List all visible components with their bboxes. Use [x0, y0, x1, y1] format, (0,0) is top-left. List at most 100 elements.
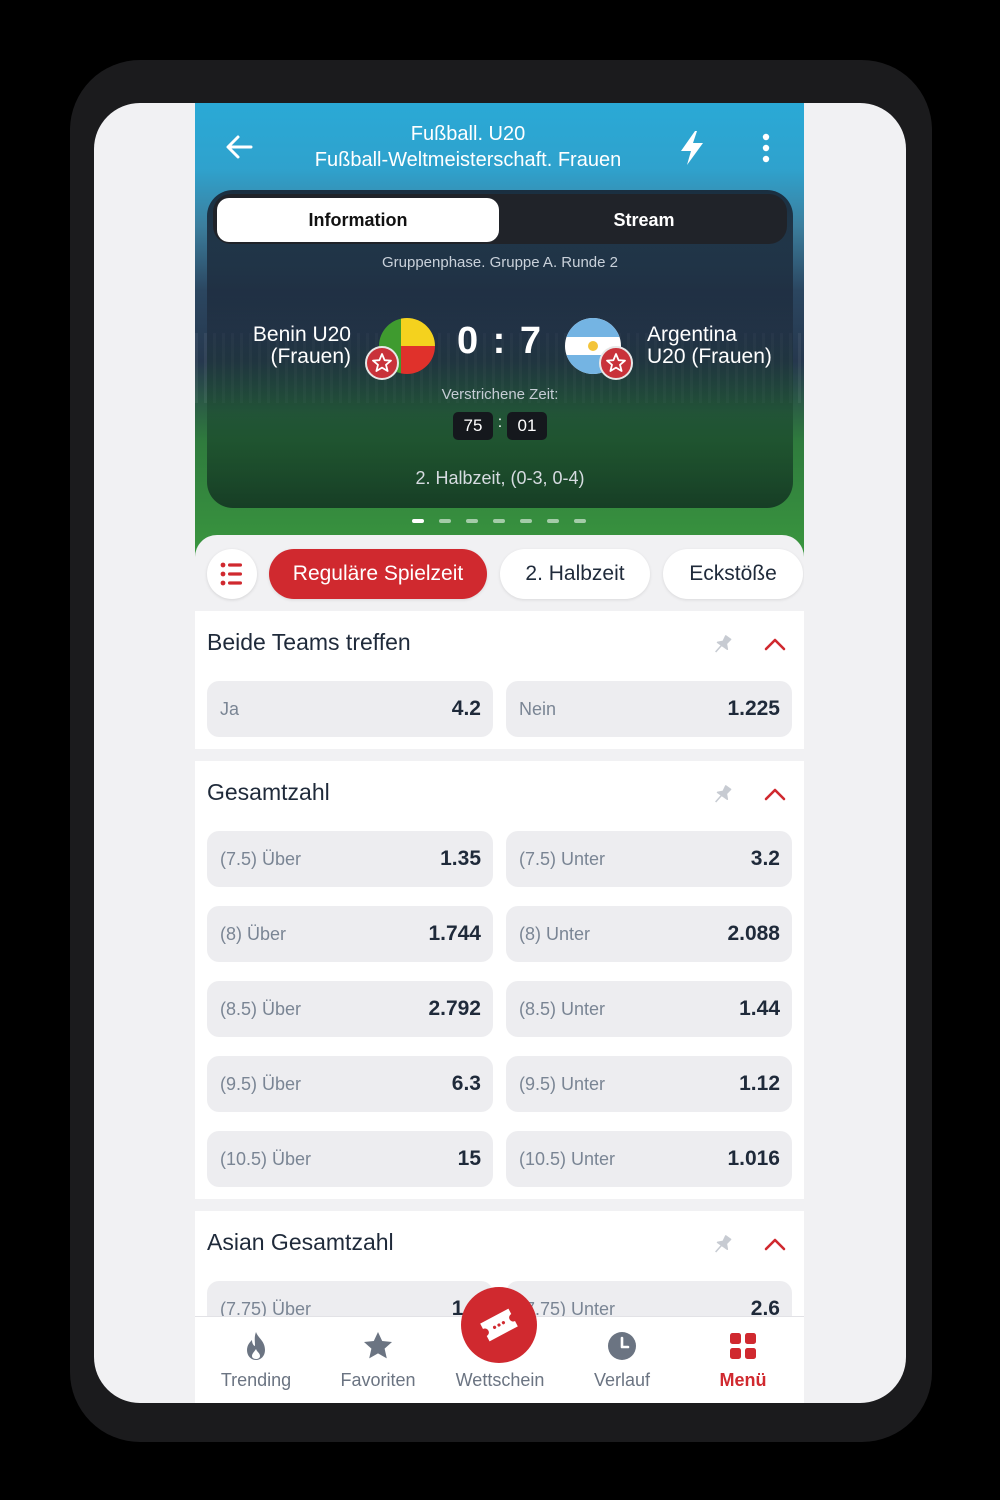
odd-value: 3.2 — [750, 847, 780, 870]
pin-icon[interactable] — [711, 783, 735, 807]
odd-button[interactable]: Nein 1.225 — [506, 681, 792, 737]
odd-button[interactable]: (8.5) Unter 1.44 — [506, 981, 792, 1037]
star-icon — [364, 1332, 392, 1359]
match-phase: Gruppenphase. Gruppe A. Runde 2 — [381, 254, 618, 271]
odd-value: 15 — [457, 1147, 481, 1170]
odd-value: 1.744 — [428, 922, 481, 945]
pin-icon[interactable] — [711, 633, 735, 657]
odd-value: 4.2 — [451, 697, 481, 720]
odd-button[interactable]: (8.5) Über 2.792 — [207, 981, 493, 1037]
odd-button[interactable]: Ja 4.2 — [207, 681, 493, 737]
home-team-line2: (Frauen) — [270, 345, 351, 368]
odd-value: 2.792 — [428, 997, 481, 1020]
odd-label: (8.5) Unter — [519, 999, 606, 1019]
odd-value: 2.088 — [727, 922, 780, 945]
timer-minutes: 75 — [453, 412, 493, 440]
app: Fußball. U20 Fußball-Weltmeisterschaft. … — [195, 103, 804, 1403]
market-both-teams-score: Beide Teams treffen Ja 4.2 Nein 1.225 — [195, 611, 804, 749]
carousel-dot[interactable] — [547, 519, 559, 523]
ticket-icon — [480, 1308, 518, 1342]
nav-label: Verlauf — [593, 1370, 651, 1390]
odd-button[interactable]: (9.5) Unter 1.12 — [506, 1056, 792, 1112]
market-total: Gesamtzahl (7.5) Über 1.35 (7.5) Unter 3… — [195, 761, 804, 1199]
carousel-indicator — [412, 519, 592, 525]
nav-label: Wettschein — [455, 1370, 545, 1390]
odd-button[interactable]: (9.5) Über 6.3 — [207, 1056, 493, 1112]
chevron-up-icon[interactable] — [763, 1235, 787, 1253]
odd-value: 1.225 — [727, 697, 780, 720]
odd-button[interactable]: (10.5) Über 15 — [207, 1131, 493, 1187]
filter-chip-regular-time[interactable]: Reguläre Spielzeit — [269, 549, 487, 599]
odd-button[interactable]: (7.5) Über 1.35 — [207, 831, 493, 887]
lightning-icon[interactable] — [675, 129, 709, 167]
odd-label: Nein — [519, 699, 557, 719]
more-options-icon[interactable] — [755, 131, 777, 165]
odd-label: (7.5) Über — [220, 849, 302, 869]
nav-favoriten[interactable]: Favoriten — [317, 1317, 439, 1403]
carousel-dot[interactable] — [520, 519, 532, 523]
filter-chip-corners[interactable]: Eckstöße — [663, 549, 803, 599]
home-team-line1: Benin U20 — [252, 323, 351, 346]
nav-label: Favoriten — [340, 1370, 416, 1390]
device-screen: Fußball. U20 Fußball-Weltmeisterschaft. … — [94, 103, 906, 1403]
carousel-dot[interactable] — [439, 519, 451, 523]
flame-icon — [247, 1332, 265, 1360]
tab-information[interactable]: Information — [217, 198, 499, 242]
title-tournament: Fußball-Weltmeisterschaft. Frauen — [314, 149, 622, 171]
away-team-line2: U20 (Frauen) — [647, 345, 772, 368]
list-icon — [220, 562, 242, 586]
pin-icon[interactable] — [711, 1233, 735, 1257]
odd-label: (8.5) Über — [220, 999, 302, 1019]
nav-label: Menü — [719, 1370, 767, 1390]
chevron-up-icon[interactable] — [763, 635, 787, 653]
odd-button[interactable]: (7.5) Unter 3.2 — [506, 831, 792, 887]
bet-slip-button[interactable] — [461, 1287, 537, 1363]
odd-button[interactable]: (10.5) Unter 1.016 — [506, 1131, 792, 1187]
page-title: Fußball. U20 Fußball-Weltmeisterschaft. … — [275, 121, 661, 173]
odd-label: (9.5) Unter — [519, 1074, 606, 1094]
nav-label: Trending — [220, 1370, 292, 1390]
score: 0 : 7 — [456, 320, 544, 362]
filter-chip-second-half[interactable]: 2. Halbzeit — [500, 549, 650, 599]
market-title: Beide Teams treffen — [207, 629, 411, 655]
tab-stream[interactable]: Stream — [503, 198, 785, 242]
half-info: 2. Halbzeit, (0-3, 0-4) — [415, 468, 585, 488]
odd-button[interactable]: (8) Unter 2.088 — [506, 906, 792, 962]
chevron-up-icon[interactable] — [763, 785, 787, 803]
top-bar: Fußball. U20 Fußball-Weltmeisterschaft. … — [195, 103, 804, 193]
odd-value: 1.016 — [727, 1147, 780, 1170]
odd-button[interactable]: (8) Über 1.744 — [207, 906, 493, 962]
odd-value: 1.35 — [440, 847, 481, 870]
market-title: Asian Gesamtzahl — [207, 1229, 394, 1255]
carousel-dot[interactable] — [412, 519, 424, 523]
favorite-home-star-icon[interactable] — [365, 346, 399, 380]
odd-label: Ja — [220, 699, 240, 719]
elapsed-label: Verstrichene Zeit: — [441, 386, 559, 403]
nav-menu[interactable]: Menü — [682, 1317, 804, 1403]
market-filter-bar: Reguläre Spielzeit 2. Halbzeit Eckstöße — [195, 535, 804, 611]
scoreboard-card: Information Stream Gruppenphase. Gruppe … — [207, 190, 793, 508]
carousel-dot[interactable] — [574, 519, 586, 523]
odd-label: (10.5) Über — [220, 1149, 312, 1169]
favorite-away-star-icon[interactable] — [599, 346, 633, 380]
market-list-button[interactable] — [207, 549, 257, 599]
match-hero: Fußball. U20 Fußball-Weltmeisterschaft. … — [195, 103, 804, 573]
clock-icon — [608, 1332, 636, 1360]
odd-value: 6.3 — [451, 1072, 481, 1095]
carousel-dot[interactable] — [466, 519, 478, 523]
nav-trending[interactable]: Trending — [195, 1317, 317, 1403]
title-sport: Fußball. U20 — [410, 123, 526, 145]
odd-label: (7.5) Unter — [519, 849, 606, 869]
away-team-line1: Argentina — [647, 323, 737, 346]
market-title: Gesamtzahl — [207, 779, 330, 805]
grid-menu-icon — [730, 1333, 756, 1359]
back-arrow-icon[interactable] — [221, 129, 257, 165]
home-team-name: Benin U20 (Frauen) — [227, 324, 351, 368]
odd-value: 1.44 — [739, 997, 780, 1020]
view-switch: Information Stream — [213, 194, 787, 244]
match-timer: 75 : 01 — [453, 412, 547, 440]
nav-verlauf[interactable]: Verlauf — [561, 1317, 683, 1403]
odd-label: (10.5) Unter — [519, 1149, 616, 1169]
carousel-dot[interactable] — [493, 519, 505, 523]
odd-value: 1.12 — [739, 1072, 780, 1095]
